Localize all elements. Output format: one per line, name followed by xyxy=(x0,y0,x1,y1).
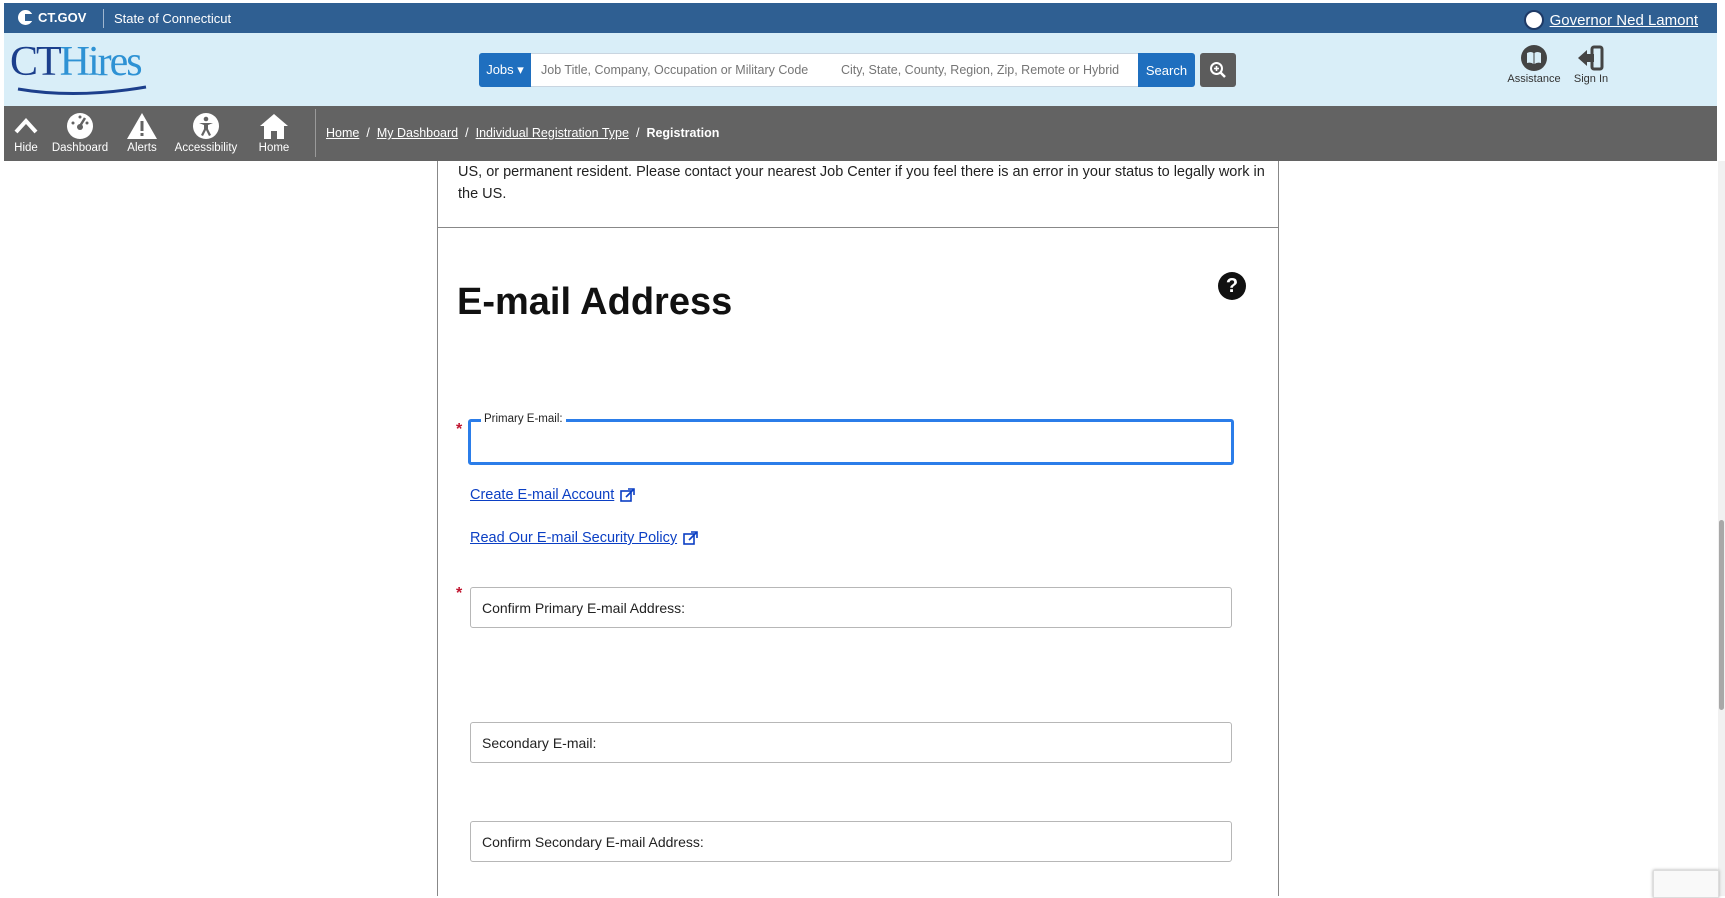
accessibility-icon xyxy=(193,113,219,139)
confirm-secondary-email-label: Confirm Secondary E-mail Address: xyxy=(482,834,704,850)
site-header: CTHires Jobs ▾ Search Assistance xyxy=(4,33,1717,106)
brand-ct: CT xyxy=(10,39,62,85)
breadcrumb-registration-type[interactable]: Individual Registration Type xyxy=(476,126,629,140)
secondary-email-label: Secondary E-mail: xyxy=(482,735,597,751)
cthires-logo[interactable]: CTHires xyxy=(10,39,143,85)
home-icon xyxy=(260,114,288,139)
accessibility-label: Accessibility xyxy=(174,142,238,154)
alerts-label: Alerts xyxy=(127,142,157,154)
chevron-up-icon xyxy=(14,118,38,134)
create-email-account-link[interactable]: Create E-mail Account xyxy=(470,487,636,503)
state-label: State of Connecticut xyxy=(114,11,232,26)
alerts-button[interactable]: Alerts xyxy=(120,110,164,154)
sign-in-button[interactable]: Sign In xyxy=(1566,43,1616,85)
accessibility-button[interactable]: Accessibility xyxy=(172,110,240,154)
zoom-search-icon xyxy=(1210,62,1226,78)
sign-in-icon xyxy=(1578,45,1604,71)
required-asterisk: * xyxy=(456,585,463,602)
section-divider xyxy=(438,227,1278,228)
help-icon[interactable]: ? xyxy=(1218,272,1246,300)
home-label: Home xyxy=(258,142,290,154)
jobs-dropdown[interactable]: Jobs ▾ xyxy=(479,53,531,87)
location-search-input[interactable] xyxy=(831,53,1138,87)
primary-email-label: Primary E-mail: xyxy=(481,413,566,425)
toolbar-divider xyxy=(315,109,316,157)
primary-email-field[interactable]: Primary E-mail: xyxy=(468,413,1234,465)
dashboard-gauge-icon xyxy=(67,113,93,139)
warning-icon xyxy=(127,113,157,139)
home-button[interactable]: Home xyxy=(252,110,296,154)
breadcrumb-current: Registration xyxy=(646,126,720,140)
sign-in-label: Sign In xyxy=(1573,73,1609,85)
job-search-input[interactable] xyxy=(531,53,831,87)
scrollbar-thumb[interactable] xyxy=(1719,520,1724,710)
email-security-policy-link[interactable]: Read Our E-mail Security Policy xyxy=(470,530,698,546)
external-link-icon xyxy=(620,487,636,502)
ctgov-logo[interactable]: CT.GOV xyxy=(18,10,86,25)
confirm-primary-email-field[interactable]: Confirm Primary E-mail Address: xyxy=(470,587,1232,628)
quick-toolbar: Hide Dashboard Alerts Accessibility Home… xyxy=(4,106,1717,161)
required-asterisk: * xyxy=(456,421,463,438)
secondary-email-field[interactable]: Secondary E-mail: xyxy=(470,722,1232,763)
ctgov-logo-text: CT.GOV xyxy=(38,10,87,25)
breadcrumb-dashboard[interactable]: My Dashboard xyxy=(377,126,458,140)
confirm-secondary-email-field[interactable]: Confirm Secondary E-mail Address: xyxy=(470,821,1232,862)
job-search-bar: Jobs ▾ Search xyxy=(479,53,1195,87)
state-seal-icon xyxy=(1523,10,1544,30)
hide-button[interactable]: Hide xyxy=(8,110,44,154)
dashboard-label: Dashboard xyxy=(51,142,109,154)
assistance-label: Assistance xyxy=(1507,73,1561,85)
assistance-button[interactable]: Assistance xyxy=(1504,43,1564,85)
section-title: E-mail Address xyxy=(457,281,733,323)
book-icon xyxy=(1521,45,1547,71)
ctbar-divider xyxy=(103,9,104,28)
external-link-icon xyxy=(683,530,698,545)
breadcrumb-home[interactable]: Home xyxy=(326,126,359,140)
recaptcha-badge[interactable] xyxy=(1653,870,1719,898)
brand-hires: Hires xyxy=(59,39,143,85)
governor-link[interactable]: Governor Ned Lamont xyxy=(1550,12,1698,29)
ctgov-bar: CT.GOV State of Connecticut Governor Ned… xyxy=(4,3,1717,33)
ctgov-logo-icon xyxy=(18,10,33,25)
registration-card: US, or permanent resident. Please contac… xyxy=(437,161,1279,896)
breadcrumb: Home / My Dashboard / Individual Registratio… xyxy=(326,126,720,140)
governor-link-wrap: Governor Ned Lamont xyxy=(1523,10,1698,30)
legal-status-text: US, or permanent resident. Please contac… xyxy=(458,164,1265,202)
hide-label: Hide xyxy=(14,142,38,154)
confirm-primary-email-label: Confirm Primary E-mail Address: xyxy=(482,600,686,616)
dashboard-button[interactable]: Dashboard xyxy=(48,110,112,154)
logo-swoosh-icon xyxy=(17,85,147,96)
advanced-search-button[interactable] xyxy=(1200,53,1236,87)
search-button[interactable]: Search xyxy=(1138,53,1195,87)
